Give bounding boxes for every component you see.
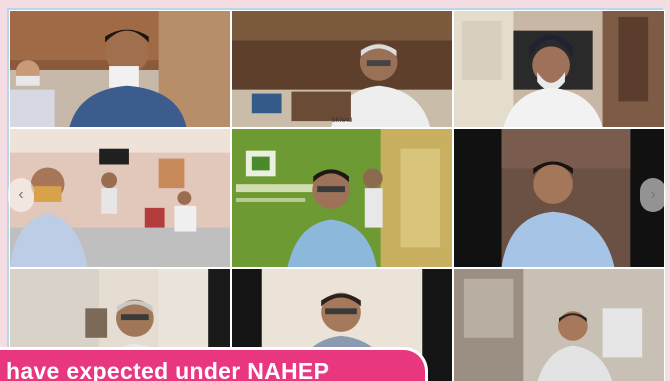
participant-video-2 bbox=[232, 11, 452, 127]
participant-tile-2[interactable]: SKNAU bbox=[231, 10, 453, 128]
video-call-screen: SKNAU ‹ › have expected under NAHEP bbox=[0, 0, 670, 381]
participant-tile-1[interactable] bbox=[9, 10, 231, 128]
participant-tile-4[interactable] bbox=[9, 128, 231, 268]
participant-video-6 bbox=[454, 129, 664, 267]
next-page-button[interactable]: › bbox=[640, 178, 666, 212]
participant-video-9 bbox=[454, 269, 664, 381]
participant-grid: SKNAU bbox=[7, 8, 665, 381]
participant-video-1 bbox=[10, 11, 230, 127]
participant-tile-9[interactable] bbox=[453, 268, 665, 381]
chevron-left-icon: ‹ bbox=[18, 186, 24, 203]
participant-tile-3[interactable] bbox=[453, 10, 665, 128]
caption-banner: have expected under NAHEP bbox=[0, 347, 428, 381]
chevron-right-icon: › bbox=[650, 186, 656, 203]
caption-text: have expected under NAHEP bbox=[6, 358, 330, 381]
previous-page-button[interactable]: ‹ bbox=[8, 178, 34, 212]
participant-video-3 bbox=[454, 11, 664, 127]
participant-tile-5[interactable] bbox=[231, 128, 453, 268]
participant-video-5 bbox=[232, 129, 452, 267]
participant-video-4 bbox=[10, 129, 230, 267]
participant-name-label: SKNAU bbox=[331, 118, 353, 124]
participant-tile-6[interactable] bbox=[453, 128, 665, 268]
